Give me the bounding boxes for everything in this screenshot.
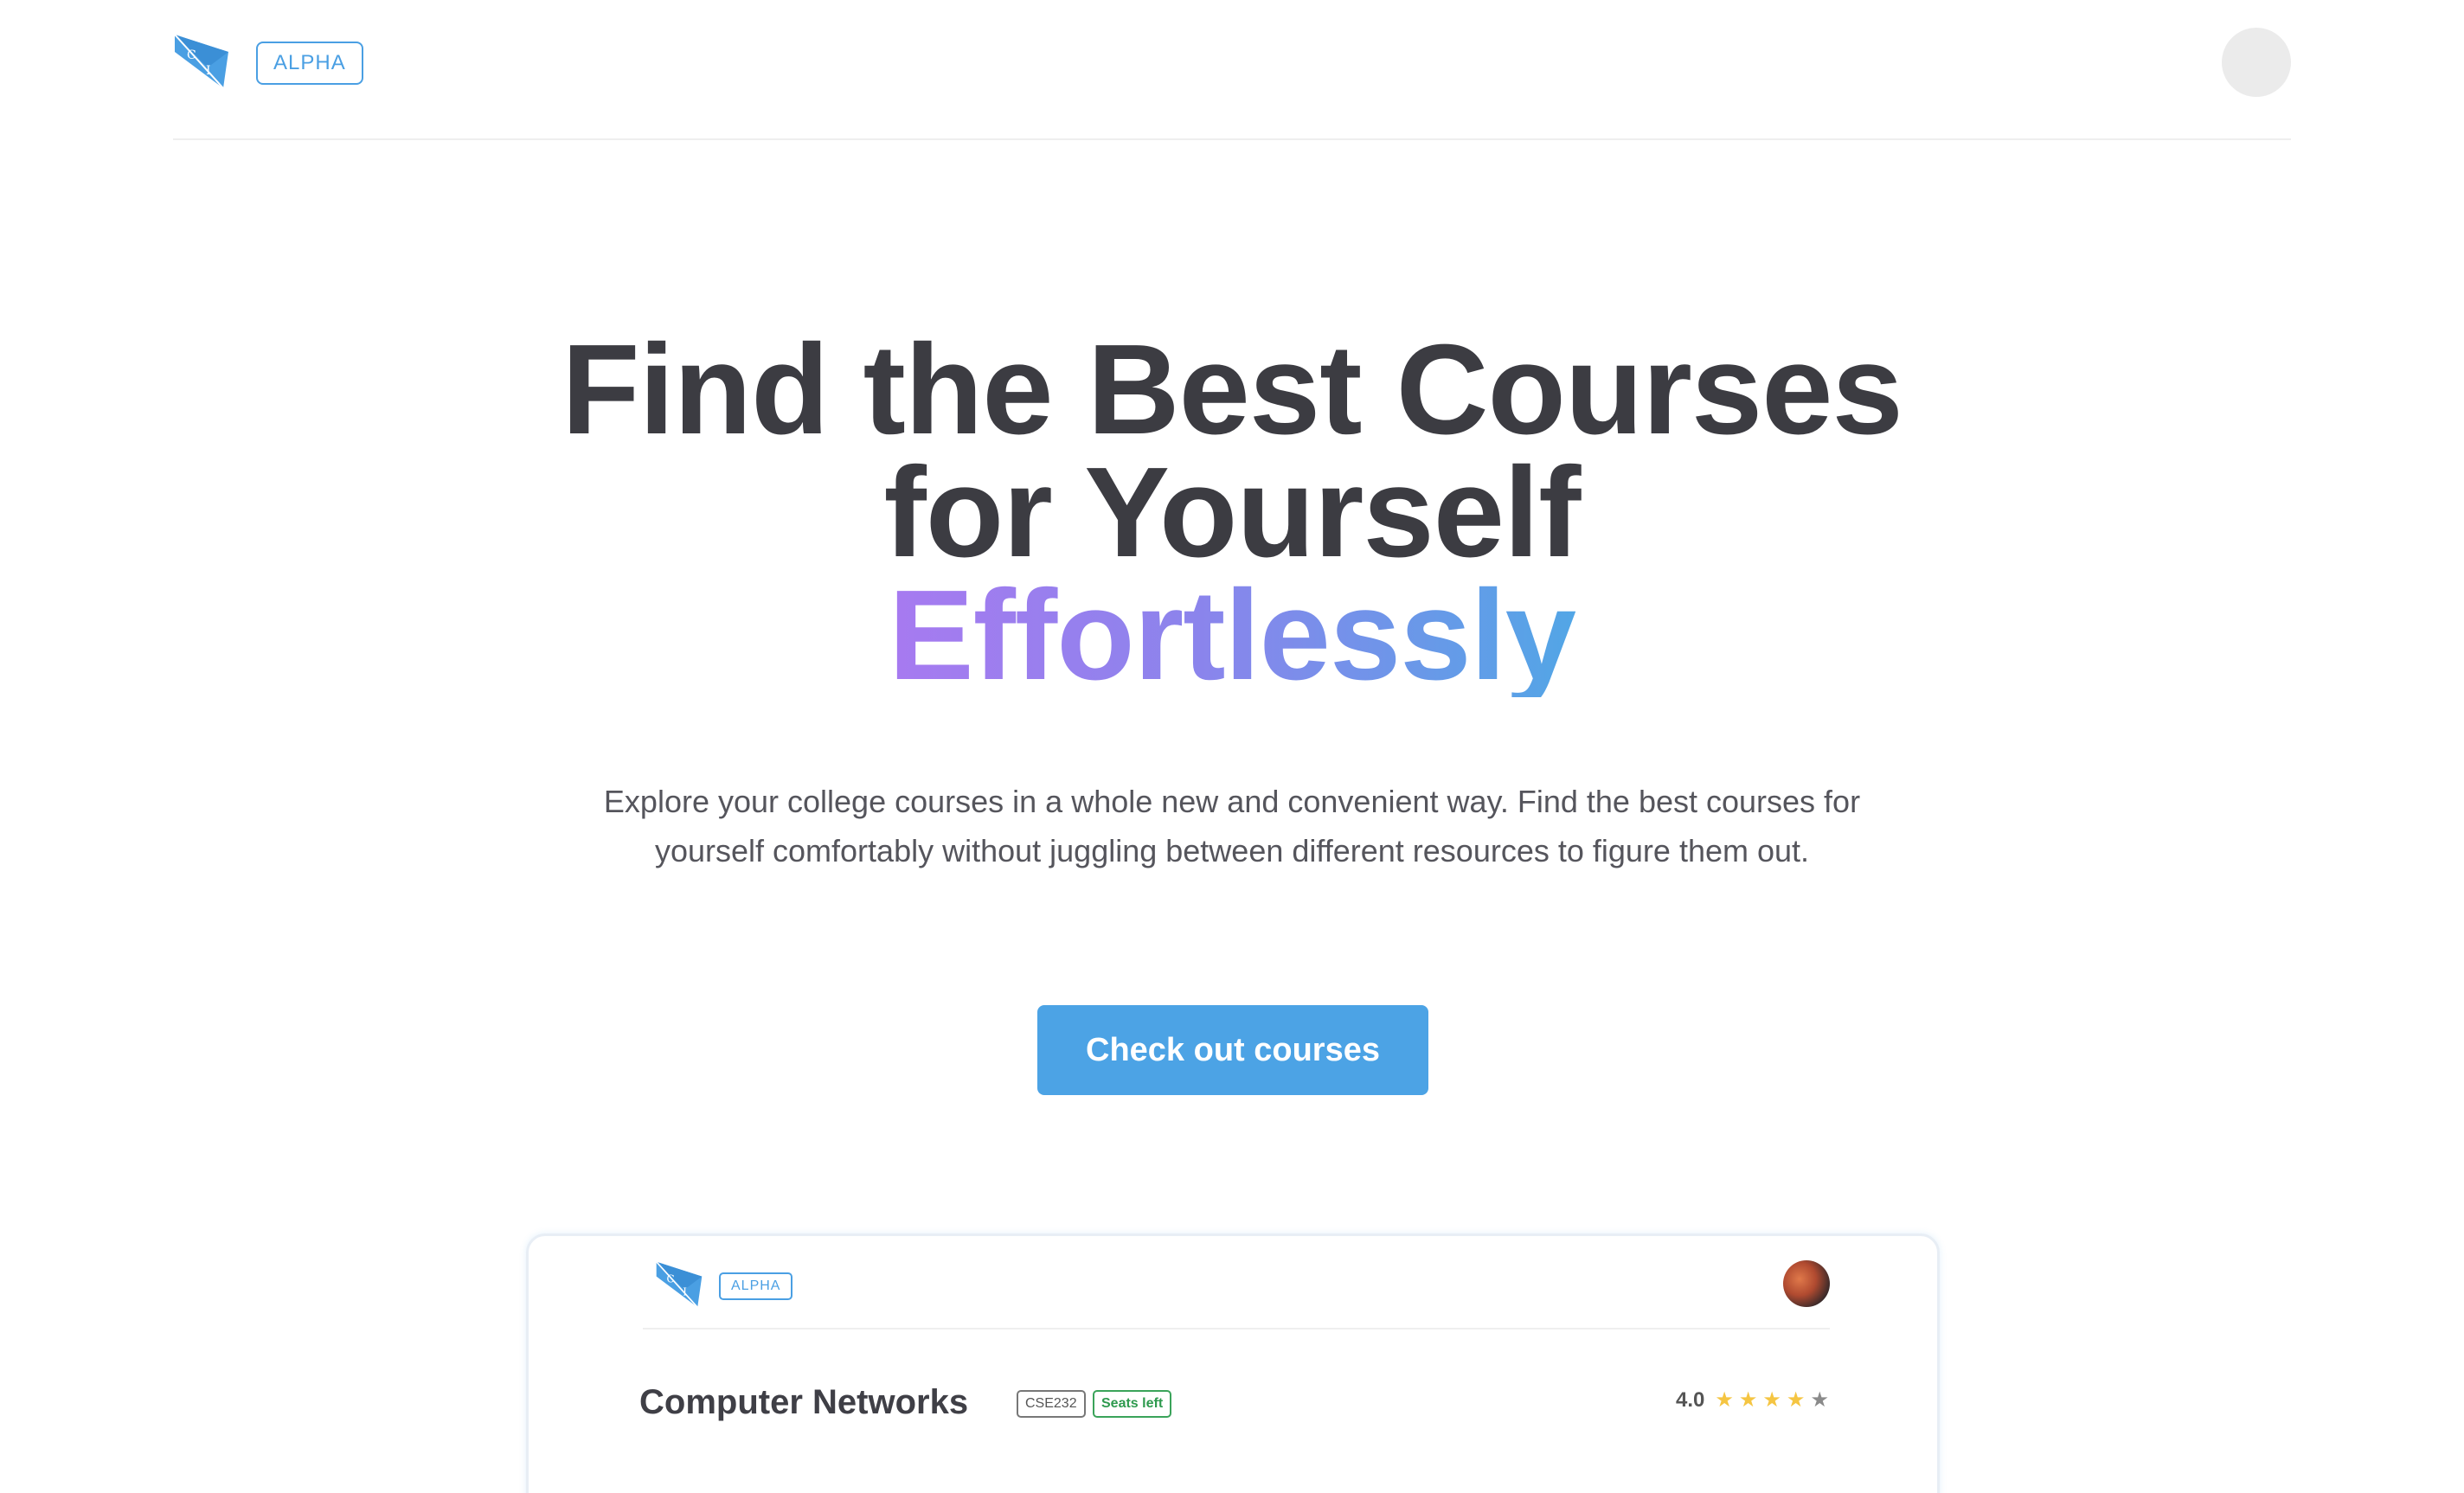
- star-empty-icon: ★: [1810, 1388, 1829, 1412]
- check-out-courses-button[interactable]: Check out courses: [1037, 1005, 1428, 1095]
- logo-letter-c: C: [187, 48, 196, 62]
- course-rating: 4.0 ★ ★ ★ ★ ★: [1676, 1383, 1829, 1418]
- alpha-badge: ALPHA: [256, 42, 363, 85]
- seats-left-tag: Seats left: [1093, 1390, 1172, 1418]
- app-preview-card: C I ALPHA Computer Networks CSE232 Seats…: [526, 1233, 1940, 1493]
- preview-header: C I ALPHA: [643, 1236, 1830, 1330]
- logo-icon[interactable]: C I: [173, 33, 230, 90]
- preview-logo-letter-i: I: [683, 1286, 687, 1298]
- preview-user-avatar: [1783, 1260, 1830, 1307]
- star-icon: ★: [1786, 1388, 1806, 1412]
- preview-logo-icon: C I: [656, 1261, 703, 1308]
- star-icon: ★: [1762, 1388, 1781, 1412]
- hero-title: Find the Best Courses for Yourself Effor…: [0, 318, 2464, 707]
- course-title: Computer Networks: [639, 1383, 969, 1421]
- star-icon: ★: [1715, 1388, 1734, 1412]
- hero-title-line1: Find the Best Courses: [561, 318, 1903, 461]
- hero-title-highlight: Effortlessly: [888, 564, 1576, 707]
- user-avatar[interactable]: [2222, 28, 2291, 97]
- preview-logo-letter-c: C: [667, 1272, 675, 1285]
- landing-page: C I ALPHA Find the Best Courses for Your…: [0, 0, 2464, 1493]
- preview-alpha-badge: ALPHA: [719, 1272, 793, 1300]
- rating-value: 4.0: [1676, 1388, 1705, 1412]
- star-icon: ★: [1738, 1388, 1758, 1412]
- hero-subtitle: Explore your college courses in a whole …: [603, 784, 1861, 868]
- course-code-tag: CSE232: [1017, 1390, 1086, 1418]
- top-header: C I ALPHA: [173, 0, 2291, 140]
- hero-title-line2: for Yourself: [883, 441, 1582, 584]
- logo-letter-i: I: [206, 64, 211, 78]
